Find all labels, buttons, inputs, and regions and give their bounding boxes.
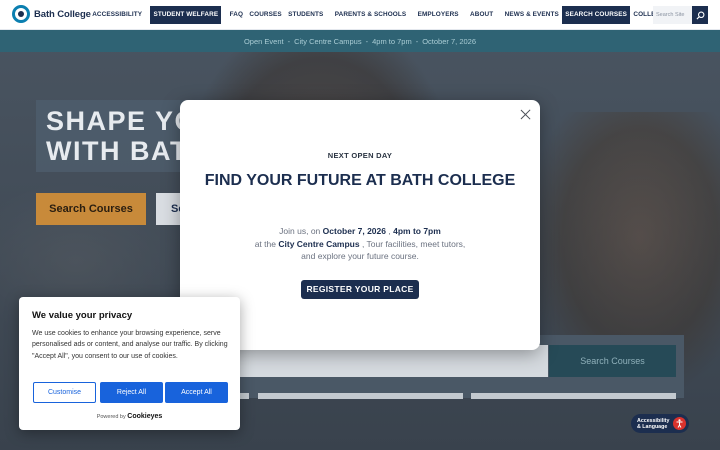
hero-title-line: WITH BAT bbox=[46, 136, 188, 166]
logo-icon bbox=[12, 5, 30, 23]
nav-courses[interactable]: COURSES bbox=[246, 6, 285, 24]
hero-title: SHAPE YO WITH BAT bbox=[46, 106, 197, 166]
nav-parents-schools[interactable]: PARENTS & SCHOOLS bbox=[332, 6, 410, 24]
register-button[interactable]: REGISTER YOUR PLACE bbox=[301, 280, 419, 299]
main-nav: ACCESSIBILITY STUDENT WELFARE FAQ COURSE… bbox=[89, 6, 688, 24]
banner-date: October 7, 2026 bbox=[422, 36, 477, 46]
cookie-powered-by[interactable]: Powered by Cookieyes bbox=[19, 413, 240, 420]
nav-search-courses[interactable]: SEARCH COURSES bbox=[562, 6, 631, 24]
modal-campus: City Centre Campus bbox=[278, 238, 360, 249]
a11y-label: Accessibility & Language bbox=[637, 418, 669, 430]
logo[interactable]: Bath College bbox=[12, 5, 91, 23]
modal-body: Join us, on October 7, 2026 , 4pm to 7pm… bbox=[180, 225, 540, 263]
logo-text: Bath College bbox=[34, 8, 91, 20]
powered-by-text: Powered by bbox=[96, 414, 126, 420]
cookie-text: We use cookies to enhance your browsing … bbox=[32, 330, 228, 360]
modal-title: FIND YOUR FUTURE AT BATH COLLEGE bbox=[204, 172, 516, 189]
site-search-button[interactable] bbox=[692, 6, 708, 24]
banner-time: 4pm to 7pm bbox=[372, 36, 412, 46]
banner-separator: - bbox=[365, 36, 369, 46]
open-event-banner[interactable]: Open Event - City Centre Campus - 4pm to… bbox=[0, 30, 720, 52]
modal-body-text: at the bbox=[254, 238, 276, 249]
modal-time: 4pm to 7pm bbox=[393, 226, 441, 236]
hero-search-courses-button[interactable]: Search Courses bbox=[36, 193, 146, 225]
site-header: Bath College ACCESSIBILITY STUDENT WELFA… bbox=[0, 0, 720, 30]
modal-body-text: , bbox=[388, 226, 391, 236]
accessibility-icon bbox=[673, 417, 686, 430]
site-search-input[interactable]: Search Site bbox=[653, 6, 692, 24]
course-filter-field[interactable] bbox=[258, 393, 463, 399]
banner-event: Open Event bbox=[243, 36, 284, 46]
modal-body-text: Join us, on bbox=[279, 226, 321, 236]
nav-accessibility[interactable]: ACCESSIBILITY bbox=[89, 6, 145, 24]
cookie-accept-button[interactable]: Accept All bbox=[165, 382, 228, 403]
banner-separator: - bbox=[415, 36, 419, 46]
a11y-label-line: & Language bbox=[637, 423, 668, 430]
cookie-customise-button[interactable]: Customise bbox=[33, 382, 96, 403]
nav-news-events[interactable]: NEWS & EVENTS bbox=[501, 6, 562, 24]
nav-faq[interactable]: FAQ bbox=[226, 6, 246, 24]
close-icon[interactable] bbox=[520, 109, 532, 121]
nav-students[interactable]: STUDENTS bbox=[285, 6, 327, 24]
course-search-button[interactable]: Search Courses bbox=[549, 345, 676, 377]
cookieyes-logo: Cookieyes bbox=[127, 413, 163, 420]
nav-student-welfare[interactable]: STUDENT WELFARE bbox=[150, 6, 222, 24]
modal-date: October 7, 2026 bbox=[322, 226, 386, 236]
nav-employers[interactable]: EMPLOYERS bbox=[414, 6, 461, 24]
banner-location: City Centre Campus bbox=[294, 36, 362, 46]
modal-eyebrow: NEXT OPEN DAY bbox=[327, 151, 393, 160]
hero-title-line: SHAPE YO bbox=[46, 106, 198, 136]
course-filter-field[interactable] bbox=[471, 393, 676, 399]
banner-separator: - bbox=[287, 36, 291, 46]
a11y-label-line: Accessibility bbox=[637, 417, 670, 424]
modal-body-text: and explore your future course. bbox=[301, 251, 419, 261]
cookie-title: We value your privacy bbox=[32, 310, 133, 321]
cookie-reject-button[interactable]: Reject All bbox=[100, 382, 163, 403]
search-icon bbox=[695, 11, 704, 20]
accessibility-language-widget[interactable]: Accessibility & Language bbox=[631, 414, 689, 433]
nav-about[interactable]: ABOUT bbox=[467, 6, 497, 24]
modal-body-text: , Tour facilities, meet tutors, bbox=[361, 238, 466, 249]
